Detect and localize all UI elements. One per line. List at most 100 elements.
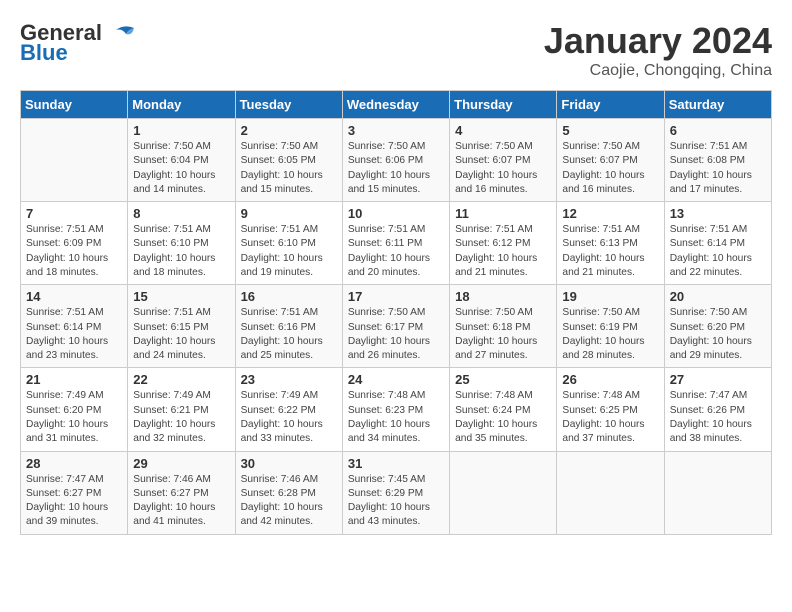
calendar-cell: 15Sunrise: 7:51 AM Sunset: 6:15 PM Dayli… xyxy=(128,285,235,368)
day-info: Sunrise: 7:49 AM Sunset: 6:22 PM Dayligh… xyxy=(241,389,337,446)
day-info: Sunrise: 7:51 AM Sunset: 6:09 PM Dayligh… xyxy=(26,223,122,280)
calendar-cell xyxy=(21,119,128,202)
calendar-cell: 9 Sunrise: 7:51 AM Sunset: 6:10 PM Daylig… xyxy=(235,202,342,285)
day-number: 20 xyxy=(670,289,766,304)
day-number: 22 xyxy=(133,372,229,387)
day-info: Sunrise: 7:48 AM Sunset: 6:24 PM Dayligh… xyxy=(455,389,551,446)
day-info: Sunrise: 7:48 AM Sunset: 6:25 PM Dayligh… xyxy=(562,389,658,446)
day-info: Sunrise: 7:48 AM Sunset: 6:23 PM Dayligh… xyxy=(348,389,444,446)
day-info: Sunrise: 7:51 AM Sunset: 6:15 PM Dayligh… xyxy=(133,306,229,363)
calendar-cell: 23Sunrise: 7:49 AM Sunset: 6:22 PM Dayli… xyxy=(235,368,342,451)
weekday-header-saturday: Saturday xyxy=(664,91,771,119)
calendar-cell: 28 Sunrise: 7:47 AM Sunset: 6:27 PM Dayli… xyxy=(21,451,128,534)
calendar-cell: 11Sunrise: 7:51 AM Sunset: 6:12 PM Dayli… xyxy=(450,202,557,285)
calendar-cell: 8Sunrise: 7:51 AM Sunset: 6:10 PM Daylig… xyxy=(128,202,235,285)
calendar-cell xyxy=(450,451,557,534)
day-number: 25 xyxy=(455,372,551,387)
calendar-header: SundayMondayTuesdayWednesdayThursdayFrid… xyxy=(21,91,772,119)
day-number: 7 xyxy=(26,206,122,221)
day-number: 12 xyxy=(562,206,658,221)
day-number: 11 xyxy=(455,206,551,221)
calendar-cell xyxy=(664,451,771,534)
day-info: Sunrise: 7:50 AM Sunset: 6:19 PM Dayligh… xyxy=(562,306,658,363)
week-row-3: 14 Sunrise: 7:51 AM Sunset: 6:14 PM Dayli… xyxy=(21,285,772,368)
calendar-cell: 6 Sunrise: 7:51 AM Sunset: 6:08 PM Daylig… xyxy=(664,119,771,202)
calendar-cell: 22 Sunrise: 7:49 AM Sunset: 6:21 PM Dayli… xyxy=(128,368,235,451)
day-info: Sunrise: 7:50 AM Sunset: 6:18 PM Dayligh… xyxy=(455,306,551,363)
logo-bird-icon xyxy=(106,22,136,44)
day-info: Sunrise: 7:51 AM Sunset: 6:14 PM Dayligh… xyxy=(26,306,122,363)
weekday-header-monday: Monday xyxy=(128,91,235,119)
day-number: 27 xyxy=(670,372,766,387)
day-info: Sunrise: 7:50 AM Sunset: 6:20 PM Dayligh… xyxy=(670,306,766,363)
day-number: 2 xyxy=(241,123,337,138)
location-subtitle: Caojie, Chongqing, China xyxy=(544,62,772,80)
day-number: 29 xyxy=(133,456,229,471)
calendar-cell: 24 Sunrise: 7:48 AM Sunset: 6:23 PM Dayli… xyxy=(342,368,449,451)
day-number: 18 xyxy=(455,289,551,304)
calendar-cell xyxy=(557,451,664,534)
day-info: Sunrise: 7:45 AM Sunset: 6:29 PM Dayligh… xyxy=(348,473,444,530)
day-info: Sunrise: 7:49 AM Sunset: 6:20 PM Dayligh… xyxy=(26,389,122,446)
day-info: Sunrise: 7:46 AM Sunset: 6:28 PM Dayligh… xyxy=(241,473,337,530)
calendar-cell: 12 Sunrise: 7:51 AM Sunset: 6:13 PM Dayli… xyxy=(557,202,664,285)
week-row-1: 1 Sunrise: 7:50 AM Sunset: 6:04 PM Daylig… xyxy=(21,119,772,202)
weekday-header-tuesday: Tuesday xyxy=(235,91,342,119)
day-number: 10 xyxy=(348,206,444,221)
weekday-header-row: SundayMondayTuesdayWednesdayThursdayFrid… xyxy=(21,91,772,119)
week-row-5: 28 Sunrise: 7:47 AM Sunset: 6:27 PM Dayli… xyxy=(21,451,772,534)
calendar-cell: 17Sunrise: 7:50 AM Sunset: 6:17 PM Dayli… xyxy=(342,285,449,368)
day-number: 8 xyxy=(133,206,229,221)
weekday-header-thursday: Thursday xyxy=(450,91,557,119)
day-info: Sunrise: 7:47 AM Sunset: 6:27 PM Dayligh… xyxy=(26,473,122,530)
calendar-cell: 27Sunrise: 7:47 AM Sunset: 6:26 PM Dayli… xyxy=(664,368,771,451)
weekday-header-wednesday: Wednesday xyxy=(342,91,449,119)
day-info: Sunrise: 7:51 AM Sunset: 6:08 PM Dayligh… xyxy=(670,140,766,197)
day-number: 6 xyxy=(670,123,766,138)
day-info: Sunrise: 7:49 AM Sunset: 6:21 PM Dayligh… xyxy=(133,389,229,446)
day-number: 5 xyxy=(562,123,658,138)
day-info: Sunrise: 7:50 AM Sunset: 6:05 PM Dayligh… xyxy=(241,140,337,197)
day-info: Sunrise: 7:50 AM Sunset: 6:07 PM Dayligh… xyxy=(562,140,658,197)
day-number: 28 xyxy=(26,456,122,471)
day-info: Sunrise: 7:50 AM Sunset: 6:06 PM Dayligh… xyxy=(348,140,444,197)
page-header: General Blue January 2024 Caojie, Chongq… xyxy=(20,20,772,80)
logo: General Blue xyxy=(20,20,136,66)
calendar-cell: 26 Sunrise: 7:48 AM Sunset: 6:25 PM Dayli… xyxy=(557,368,664,451)
calendar-table: SundayMondayTuesdayWednesdayThursdayFrid… xyxy=(20,90,772,535)
day-number: 17 xyxy=(348,289,444,304)
calendar-cell: 25 Sunrise: 7:48 AM Sunset: 6:24 PM Dayli… xyxy=(450,368,557,451)
title-block: January 2024 Caojie, Chongqing, China xyxy=(544,20,772,80)
calendar-cell: 3Sunrise: 7:50 AM Sunset: 6:06 PM Daylig… xyxy=(342,119,449,202)
day-number: 13 xyxy=(670,206,766,221)
day-info: Sunrise: 7:50 AM Sunset: 6:04 PM Dayligh… xyxy=(133,140,229,197)
day-number: 30 xyxy=(241,456,337,471)
calendar-cell: 14 Sunrise: 7:51 AM Sunset: 6:14 PM Dayli… xyxy=(21,285,128,368)
logo-blue-text: Blue xyxy=(20,40,68,66)
calendar-cell: 7 Sunrise: 7:51 AM Sunset: 6:09 PM Daylig… xyxy=(21,202,128,285)
calendar-cell: 1 Sunrise: 7:50 AM Sunset: 6:04 PM Daylig… xyxy=(128,119,235,202)
day-number: 14 xyxy=(26,289,122,304)
day-number: 1 xyxy=(133,123,229,138)
day-number: 24 xyxy=(348,372,444,387)
weekday-header-friday: Friday xyxy=(557,91,664,119)
day-number: 26 xyxy=(562,372,658,387)
calendar-cell: 29 Sunrise: 7:46 AM Sunset: 6:27 PM Dayli… xyxy=(128,451,235,534)
calendar-cell: 13Sunrise: 7:51 AM Sunset: 6:14 PM Dayli… xyxy=(664,202,771,285)
calendar-cell: 31 Sunrise: 7:45 AM Sunset: 6:29 PM Dayli… xyxy=(342,451,449,534)
calendar-cell: 5 Sunrise: 7:50 AM Sunset: 6:07 PM Daylig… xyxy=(557,119,664,202)
calendar-cell: 30 Sunrise: 7:46 AM Sunset: 6:28 PM Dayli… xyxy=(235,451,342,534)
day-info: Sunrise: 7:51 AM Sunset: 6:11 PM Dayligh… xyxy=(348,223,444,280)
day-info: Sunrise: 7:51 AM Sunset: 6:13 PM Dayligh… xyxy=(562,223,658,280)
day-info: Sunrise: 7:51 AM Sunset: 6:16 PM Dayligh… xyxy=(241,306,337,363)
calendar-cell: 19Sunrise: 7:50 AM Sunset: 6:19 PM Dayli… xyxy=(557,285,664,368)
day-info: Sunrise: 7:46 AM Sunset: 6:27 PM Dayligh… xyxy=(133,473,229,530)
calendar-cell: 10 Sunrise: 7:51 AM Sunset: 6:11 PM Dayli… xyxy=(342,202,449,285)
calendar-cell: 18 Sunrise: 7:50 AM Sunset: 6:18 PM Dayli… xyxy=(450,285,557,368)
day-number: 16 xyxy=(241,289,337,304)
calendar-cell: 4Sunrise: 7:50 AM Sunset: 6:07 PM Daylig… xyxy=(450,119,557,202)
calendar-cell: 21Sunrise: 7:49 AM Sunset: 6:20 PM Dayli… xyxy=(21,368,128,451)
day-number: 9 xyxy=(241,206,337,221)
day-info: Sunrise: 7:51 AM Sunset: 6:10 PM Dayligh… xyxy=(241,223,337,280)
day-number: 31 xyxy=(348,456,444,471)
